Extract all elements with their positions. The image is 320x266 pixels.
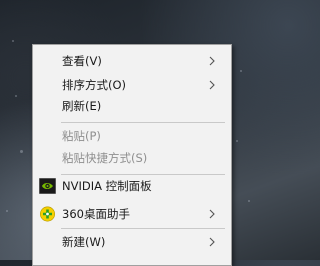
menu-item-sort-by[interactable]: 排序方式(O) xyxy=(33,74,231,96)
chevron-right-icon xyxy=(209,56,215,66)
menu-item-label: 360桌面助手 xyxy=(62,207,130,221)
menu-item-label: 粘贴快捷方式(S) xyxy=(62,151,148,165)
nvidia-icon xyxy=(39,178,56,194)
menu-item-label: 新建(W) xyxy=(62,235,106,249)
menu-item-label: 排序方式(O) xyxy=(62,78,127,92)
menu-item-label: NVIDIA 控制面板 xyxy=(62,179,152,193)
menu-item-refresh[interactable]: 刷新(E) xyxy=(33,95,231,117)
menu-item-paste: 粘贴(P) xyxy=(33,125,231,147)
menu-item-nvidia-control-panel[interactable]: NVIDIA 控制面板 xyxy=(33,175,231,197)
menu-item-paste-shortcut: 粘贴快捷方式(S) xyxy=(33,147,231,169)
desktop-context-menu: 查看(V) 排序方式(O) 刷新(E) 粘贴(P) 粘贴快捷方式(S) NVID… xyxy=(32,44,232,266)
chevron-right-icon xyxy=(209,80,215,90)
menu-item-label: 粘贴(P) xyxy=(62,129,101,143)
menu-item-new[interactable]: 新建(W) xyxy=(33,231,231,253)
menu-separator xyxy=(61,228,225,229)
menu-separator xyxy=(61,122,225,123)
menu-item-view[interactable]: 查看(V) xyxy=(33,50,231,72)
360-assistant-icon xyxy=(40,206,55,222)
menu-item-label: 查看(V) xyxy=(62,54,102,68)
chevron-right-icon xyxy=(209,209,215,219)
menu-item-360-desktop-assistant[interactable]: 360桌面助手 xyxy=(33,203,231,225)
menu-item-label: 刷新(E) xyxy=(62,99,102,113)
chevron-right-icon xyxy=(209,237,215,247)
